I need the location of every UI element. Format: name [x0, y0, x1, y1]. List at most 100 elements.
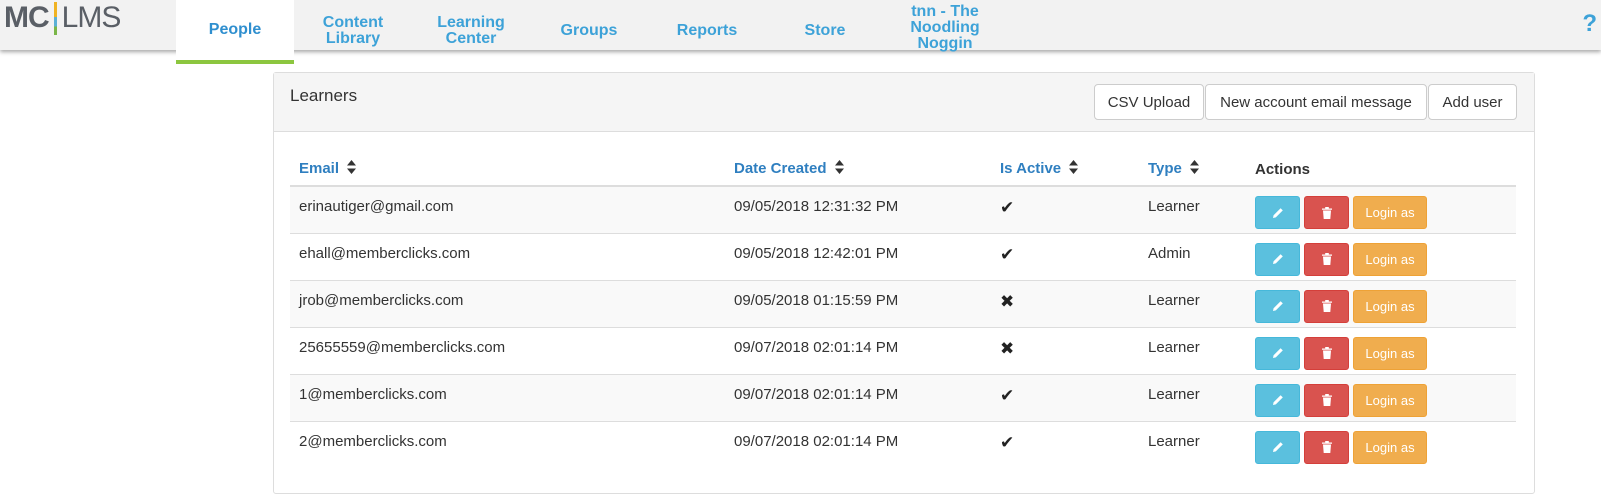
top-navigation: MC LMS People Content Library Learning C… [0, 0, 1601, 64]
edit-button[interactable] [1255, 196, 1300, 229]
delete-button[interactable] [1304, 383, 1349, 417]
cell-email: erinautiger@gmail.com [290, 185, 725, 233]
column-header-active-label: Is Active [1000, 159, 1062, 177]
table-row: 1@memberclicks.com 09/07/2018 02:01:14 P… [290, 373, 1516, 421]
sort-icon[interactable] [1069, 160, 1079, 178]
trash-icon [1321, 300, 1332, 312]
pencil-icon [1272, 301, 1283, 311]
column-header-type-label: Type [1148, 159, 1182, 177]
column-header-is-active[interactable]: Is Active [991, 153, 1139, 187]
login-as-button[interactable]: Login as [1353, 289, 1427, 323]
table-row: ehall@memberclicks.com 09/05/2018 12:42:… [290, 232, 1516, 280]
delete-button[interactable] [1304, 196, 1349, 229]
logo-divider [53, 2, 57, 35]
panel-header: Learners CSV Upload New account email me… [274, 73, 1534, 132]
table-row: 2@memberclicks.com 09/07/2018 02:01:14 P… [290, 420, 1516, 468]
sort-icon[interactable] [347, 160, 357, 178]
cell-date-created: 09/05/2018 12:42:01 PM [725, 232, 991, 280]
delete-button[interactable] [1304, 242, 1349, 276]
table-header-row: Email Date Created Is Active Type Action… [290, 153, 1516, 187]
delete-button[interactable] [1304, 336, 1349, 370]
cell-is-active-check-icon: ✔ [991, 373, 1139, 421]
tab-groups[interactable]: Groups [530, 0, 648, 62]
edit-button[interactable] [1255, 430, 1300, 464]
cell-date-created: 09/07/2018 02:01:14 PM [725, 326, 991, 374]
csv-upload-button[interactable]: CSV Upload [1094, 84, 1204, 120]
tab-people[interactable]: People [176, 0, 294, 64]
login-as-button[interactable]: Login as [1353, 430, 1427, 464]
cell-is-active-check-icon: ✔ [991, 420, 1139, 468]
trash-icon [1321, 253, 1332, 265]
tab-store-label: Store [804, 22, 846, 39]
tab-people-label: People [208, 21, 262, 38]
cell-email: ehall@memberclicks.com [290, 232, 725, 280]
cell-date-created: 09/07/2018 02:01:14 PM [725, 420, 991, 468]
cell-date-created: 09/07/2018 02:01:14 PM [725, 373, 991, 421]
tab-store[interactable]: Store [766, 0, 884, 62]
edit-button[interactable] [1255, 383, 1300, 417]
cell-type: Learner [1139, 420, 1246, 468]
help-icon[interactable]: ? [1582, 10, 1597, 38]
trash-icon [1321, 394, 1332, 406]
cell-is-active-check-icon: ✔ [991, 232, 1139, 280]
column-header-date-created[interactable]: Date Created [725, 153, 991, 187]
tab-organization[interactable]: tnn - The Noodling Noggin [884, 0, 1006, 62]
column-header-date-label: Date Created [734, 159, 827, 177]
cell-type: Learner [1139, 185, 1246, 233]
login-as-button[interactable]: Login as [1353, 383, 1427, 417]
cell-date-created: 09/05/2018 12:31:32 PM [725, 185, 991, 233]
add-user-button[interactable]: Add user [1428, 84, 1517, 120]
cell-actions: Login as [1246, 326, 1516, 374]
pencil-icon [1272, 207, 1283, 218]
edit-button[interactable] [1255, 242, 1300, 276]
cell-actions: Login as [1246, 232, 1516, 280]
cell-actions: Login as [1246, 420, 1516, 468]
login-as-button[interactable]: Login as [1353, 196, 1427, 229]
cell-email: 2@memberclicks.com [290, 420, 725, 468]
trash-icon [1321, 347, 1332, 359]
cell-type: Admin [1139, 232, 1246, 280]
table-row: jrob@memberclicks.com 09/05/2018 01:15:5… [290, 279, 1516, 327]
tab-content-library[interactable]: Content Library [294, 0, 412, 62]
table-row: erinautiger@gmail.com 09/05/2018 12:31:3… [290, 185, 1516, 233]
logo-lms-text: LMS [61, 1, 122, 34]
new-account-email-button[interactable]: New account email message [1205, 84, 1427, 120]
login-as-button[interactable]: Login as [1353, 336, 1427, 370]
login-as-button[interactable]: Login as [1353, 242, 1427, 276]
pencil-icon [1272, 395, 1283, 405]
learners-panel: Learners CSV Upload New account email me… [273, 72, 1535, 494]
column-header-type[interactable]: Type [1139, 153, 1246, 187]
column-header-email[interactable]: Email [290, 153, 725, 187]
pencil-icon [1272, 254, 1283, 264]
trash-icon [1321, 206, 1332, 219]
tab-reports-label: Reports [676, 22, 738, 39]
edit-button[interactable] [1255, 289, 1300, 323]
trash-icon [1321, 441, 1332, 453]
logo-mc-text: MC [4, 1, 50, 34]
edit-button[interactable] [1255, 336, 1300, 370]
pencil-icon [1272, 348, 1283, 358]
learners-table: Email Date Created Is Active Type Action… [290, 153, 1516, 468]
column-header-actions: Actions [1246, 153, 1516, 187]
tab-organization-label: tnn - The Noodling Noggin [910, 3, 980, 52]
cell-actions: Login as [1246, 373, 1516, 421]
cell-actions: Login as [1246, 279, 1516, 327]
tab-reports[interactable]: Reports [648, 0, 766, 62]
tab-learning-center[interactable]: Learning Center [412, 0, 530, 62]
cell-is-active-cross-icon: ✖ [991, 279, 1139, 327]
sort-icon[interactable] [1189, 160, 1199, 178]
cell-actions: Login as [1246, 185, 1516, 233]
cell-email: 25655559@memberclicks.com [290, 326, 725, 374]
column-header-email-label: Email [299, 159, 340, 177]
delete-button[interactable] [1304, 289, 1349, 323]
cell-type: Learner [1139, 373, 1246, 421]
cell-is-active-check-icon: ✔ [991, 185, 1139, 233]
cell-is-active-cross-icon: ✖ [991, 326, 1139, 374]
tab-content-library-label: Content Library [322, 14, 384, 47]
mc-lms-logo[interactable]: MC LMS [4, 0, 122, 40]
sort-icon[interactable] [834, 160, 844, 178]
pencil-icon [1272, 442, 1283, 452]
delete-button[interactable] [1304, 430, 1349, 464]
cell-email: jrob@memberclicks.com [290, 279, 725, 327]
cell-type: Learner [1139, 326, 1246, 374]
